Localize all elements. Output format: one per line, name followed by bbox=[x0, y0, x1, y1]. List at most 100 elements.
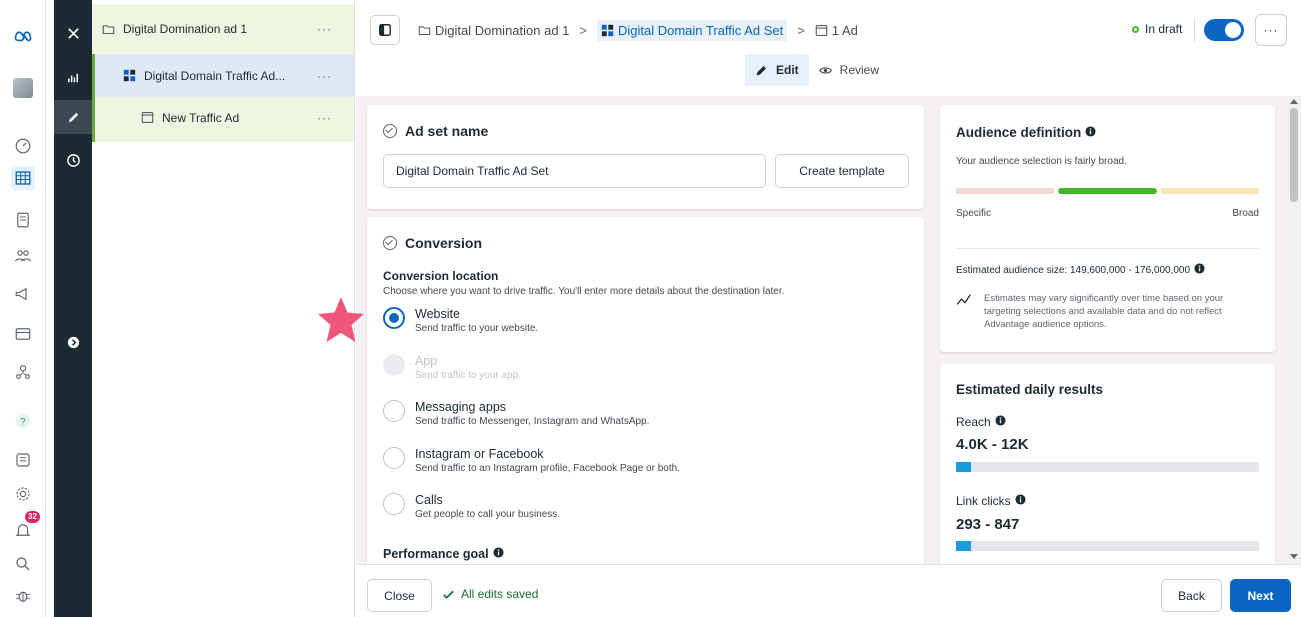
scroll-up-arrow-icon[interactable] bbox=[1290, 98, 1298, 104]
back-button[interactable]: Back bbox=[1161, 579, 1222, 612]
main-scrollbar[interactable] bbox=[1287, 96, 1301, 564]
more-actions-button[interactable]: ··· bbox=[1255, 14, 1287, 46]
history-clock-icon[interactable] bbox=[54, 143, 92, 177]
messaging-apps-radio[interactable] bbox=[383, 400, 405, 422]
check-circle-icon bbox=[383, 236, 397, 250]
breadcrumb-campaign[interactable]: Digital Domination ad 1 bbox=[435, 23, 569, 38]
option-title: App bbox=[415, 354, 438, 368]
more-options-icon[interactable]: ··· bbox=[317, 69, 332, 83]
draft-status-label: In draft bbox=[1145, 22, 1183, 36]
highlight-star-icon bbox=[318, 297, 364, 342]
option-instagram-facebook[interactable]: Instagram or Facebook Send traffic to an… bbox=[383, 447, 680, 476]
next-button[interactable]: Next bbox=[1230, 579, 1291, 612]
info-icon[interactable] bbox=[1015, 494, 1026, 508]
option-calls[interactable]: Calls Get people to call your business. bbox=[383, 493, 560, 522]
info-icon[interactable] bbox=[1194, 263, 1205, 277]
adset-name-value: Digital Domain Traffic Ad Set bbox=[396, 164, 549, 178]
dashboard-icon[interactable] bbox=[11, 134, 35, 158]
bug-icon[interactable] bbox=[11, 584, 35, 608]
publish-toggle[interactable] bbox=[1204, 19, 1244, 41]
website-radio[interactable] bbox=[383, 307, 405, 329]
option-desc: Send traffic to your app. bbox=[415, 370, 521, 381]
daily-results-title: Estimated daily results bbox=[956, 382, 1104, 397]
check-circle-icon bbox=[383, 124, 397, 138]
audience-breadth-meter bbox=[956, 188, 1259, 194]
search-icon[interactable] bbox=[11, 552, 35, 576]
close-icon[interactable] bbox=[54, 16, 92, 50]
scrollbar-thumb[interactable] bbox=[1290, 108, 1298, 202]
option-app: App Send traffic to your app. bbox=[383, 354, 521, 383]
meta-logo-icon[interactable] bbox=[11, 24, 35, 48]
performance-goal-heading: Performance goal bbox=[383, 547, 504, 561]
option-desc: Send traffic to your website. bbox=[415, 323, 539, 334]
breadcrumb-adset[interactable]: Digital Domain Traffic Ad Set bbox=[597, 19, 788, 41]
meter-broad-label: Broad bbox=[1232, 208, 1259, 219]
save-status: All edits saved bbox=[442, 587, 538, 601]
campaign-icon[interactable] bbox=[11, 282, 35, 306]
breadcrumb-separator: > bbox=[797, 22, 805, 38]
reach-label: Reach bbox=[956, 415, 991, 429]
eye-icon bbox=[818, 66, 832, 74]
info-icon[interactable] bbox=[1085, 125, 1096, 140]
help-icon[interactable]: ? bbox=[11, 409, 35, 433]
breadcrumb: Digital Domination ad 1 > Digital Domain… bbox=[418, 18, 858, 42]
option-desc: Get people to call your business. bbox=[415, 509, 561, 520]
meter-specific-segment bbox=[956, 188, 1055, 194]
profile-thumbnail[interactable] bbox=[11, 76, 35, 100]
breadcrumb-ad[interactable]: 1 Ad bbox=[832, 23, 858, 38]
settings-icon[interactable] bbox=[11, 482, 35, 506]
scroll-down-arrow-icon[interactable] bbox=[1290, 554, 1298, 560]
edit-pencil-icon[interactable] bbox=[54, 100, 92, 134]
option-messaging-apps[interactable]: Messaging apps Send traffic to Messenger… bbox=[383, 400, 649, 429]
audience-size: Estimated audience size: 149,600,000 - 1… bbox=[956, 264, 1191, 276]
draft-status: In draft bbox=[1132, 22, 1182, 36]
info-icon[interactable] bbox=[493, 547, 504, 561]
reach-bar bbox=[956, 462, 1259, 472]
expand-chevron-icon[interactable] bbox=[54, 325, 92, 359]
divider bbox=[956, 248, 1259, 249]
tree-item-campaign[interactable]: Digital Domination ad 1 ··· bbox=[92, 4, 354, 54]
more-options-icon[interactable]: ··· bbox=[317, 111, 332, 125]
adset-name-heading: Ad set name bbox=[383, 123, 488, 139]
editor-footer: Close All edits saved Back Next bbox=[356, 564, 1301, 617]
tree-item-adset[interactable]: Digital Domain Traffic Ad... ··· bbox=[92, 54, 354, 97]
tree-item-ad[interactable]: New Traffic Ad ··· bbox=[92, 97, 354, 142]
create-template-button[interactable]: Create template bbox=[775, 154, 909, 188]
audience-title: Audience definition bbox=[956, 125, 1082, 140]
meter-broad-segment bbox=[1160, 188, 1259, 194]
adset-name-input[interactable]: Digital Domain Traffic Ad Set bbox=[383, 154, 766, 188]
adset-name-title: Ad set name bbox=[405, 123, 489, 139]
notification-count-badge: 32 bbox=[25, 511, 40, 523]
tab-review[interactable]: Review bbox=[809, 54, 889, 86]
table-icon[interactable] bbox=[11, 166, 35, 190]
pages-icon[interactable] bbox=[11, 208, 35, 232]
link-clicks-bar bbox=[956, 541, 1259, 551]
adset-grid-icon bbox=[123, 69, 136, 82]
instagram-facebook-radio[interactable] bbox=[383, 447, 405, 469]
audience-icon[interactable] bbox=[11, 244, 35, 268]
close-button[interactable]: Close bbox=[367, 579, 432, 612]
toggle-panel-button[interactable] bbox=[370, 15, 400, 45]
billing-icon[interactable] bbox=[11, 322, 35, 346]
notebook-icon[interactable] bbox=[11, 448, 35, 472]
audience-heading: Audience definition bbox=[956, 125, 1096, 140]
tab-review-label: Review bbox=[839, 63, 880, 77]
checkmark-icon bbox=[443, 590, 454, 599]
more-options-icon[interactable]: ··· bbox=[317, 22, 332, 36]
option-website[interactable]: Website Send traffic to your website. bbox=[383, 307, 538, 336]
option-title: Instagram or Facebook bbox=[415, 447, 544, 461]
divider bbox=[1194, 18, 1195, 42]
conversion-location-label: Conversion location bbox=[383, 269, 499, 283]
link-clicks-label: Link clicks bbox=[956, 494, 1011, 508]
tab-edit[interactable]: Edit bbox=[745, 54, 809, 86]
estimated-daily-results-card: Estimated daily results Reach 4.0K - 12K… bbox=[940, 364, 1275, 564]
meter-specific-label: Specific bbox=[956, 208, 992, 219]
calls-radio[interactable] bbox=[383, 493, 405, 515]
pencil-icon bbox=[756, 65, 766, 75]
tool-column bbox=[54, 0, 92, 617]
business-icon[interactable] bbox=[11, 360, 35, 384]
tree-ad-label: New Traffic Ad bbox=[162, 111, 240, 125]
chart-icon[interactable] bbox=[54, 60, 92, 94]
info-icon[interactable] bbox=[995, 415, 1006, 429]
conversion-title: Conversion bbox=[405, 235, 483, 251]
